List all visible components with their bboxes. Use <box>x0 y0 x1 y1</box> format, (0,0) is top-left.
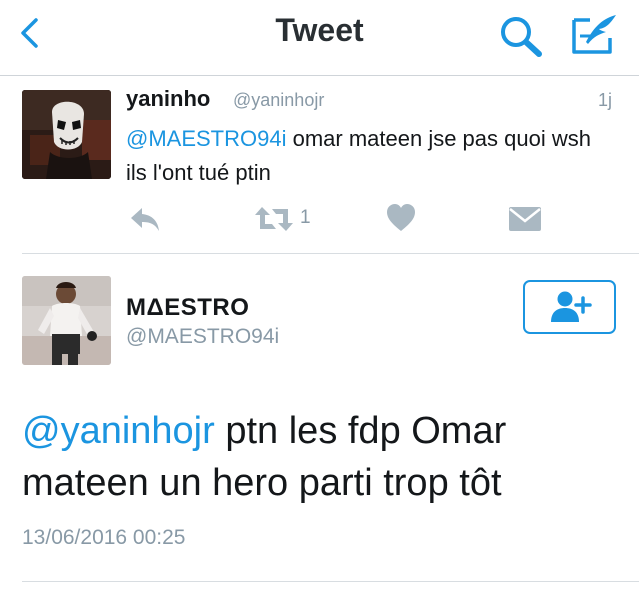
search-icon <box>501 17 542 57</box>
masked-face-avatar-image <box>22 90 111 179</box>
retweet-count: 1 <box>300 207 311 228</box>
author-name[interactable]: yaninho <box>126 86 210 112</box>
mention-link[interactable]: @yaninhojr <box>22 410 215 452</box>
chevron-left-icon <box>21 18 38 48</box>
follow-button[interactable] <box>523 280 616 334</box>
footballer-avatar-image <box>22 276 111 365</box>
mention-link[interactable]: @MAESTRO94i <box>126 126 286 151</box>
tweet-divider <box>22 253 639 254</box>
search-button[interactable] <box>497 14 545 58</box>
avatar[interactable] <box>22 276 111 365</box>
compose-tweet-button[interactable] <box>570 12 620 58</box>
author-handle[interactable]: @MAESTRO94i <box>126 325 279 349</box>
direct-message-button[interactable] <box>508 206 542 232</box>
tweet-timestamp: 1j <box>598 90 613 110</box>
author-name[interactable]: MΔESTRO <box>126 294 249 322</box>
back-button[interactable] <box>14 16 48 50</box>
compose-tweet-icon <box>572 15 616 54</box>
reply-icon <box>131 208 159 231</box>
header-divider <box>0 75 639 76</box>
direct-message-icon <box>509 207 541 231</box>
tweet-date: 13/06/2016 00:25 <box>22 526 186 549</box>
retweet-button[interactable] <box>252 205 296 233</box>
tweet-divider <box>22 581 639 582</box>
tweet-text: @MAESTRO94i omar mateen jse pas quoi wsh… <box>126 122 606 190</box>
tweet-text: @yaninhojr ptn les fdp Omar mateen un he… <box>22 405 622 509</box>
add-user-icon <box>551 291 592 322</box>
reply-button[interactable] <box>128 205 162 233</box>
avatar[interactable] <box>22 90 111 179</box>
retweet-icon <box>255 207 293 231</box>
like-button[interactable] <box>385 203 417 233</box>
author-handle[interactable]: @yaninhojr <box>233 90 324 111</box>
heart-icon <box>387 204 415 231</box>
top-bar: Tweet <box>0 0 639 75</box>
